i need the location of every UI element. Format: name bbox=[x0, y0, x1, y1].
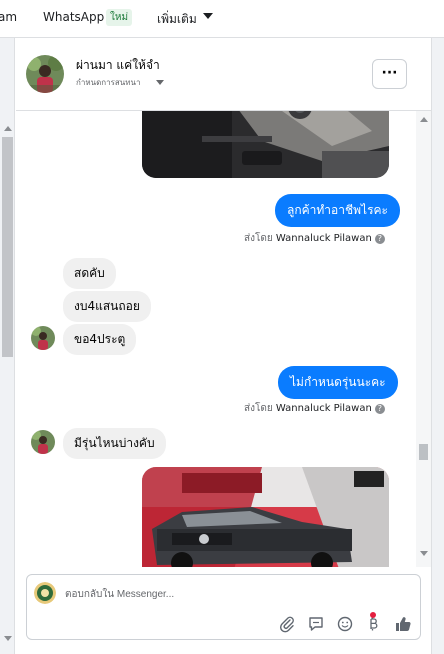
emoji-icon[interactable] bbox=[335, 614, 355, 634]
sent-by-prefix: ส่งโดย bbox=[244, 233, 273, 244]
message-list: ลูกค้าทำอาชีพไรคะ ส่งโดย Wannaluck Pilaw… bbox=[16, 111, 416, 567]
chat-header: ผ่านมา แค่ให้จำ กำหนดการสนทนา ··· bbox=[16, 39, 431, 111]
scroll-up-arrow-icon[interactable] bbox=[4, 126, 12, 131]
left-scrollbar[interactable] bbox=[0, 38, 15, 654]
scrollbar-thumb[interactable] bbox=[2, 137, 13, 357]
scroll-down-arrow-icon[interactable] bbox=[420, 551, 428, 556]
help-icon[interactable]: ? bbox=[374, 234, 385, 244]
shared-image-car-interior[interactable] bbox=[142, 111, 389, 178]
chevron-down-icon[interactable] bbox=[156, 80, 164, 85]
more-options-button[interactable]: ··· bbox=[372, 59, 407, 89]
scroll-up-arrow-icon[interactable] bbox=[420, 117, 428, 122]
outgoing-message[interactable]: ไม่กำหนดรุ่นนะคะ bbox=[278, 366, 398, 399]
contact-avatar[interactable] bbox=[26, 55, 64, 93]
messages-scrollbar[interactable] bbox=[416, 111, 431, 567]
sender-name[interactable]: Wannaluck Pilawan bbox=[276, 233, 372, 244]
sent-by-label: ส่งโดย Wannaluck Pilawan? bbox=[244, 231, 385, 246]
notification-dot bbox=[370, 612, 376, 618]
saved-reply-icon[interactable] bbox=[306, 614, 326, 634]
reply-input[interactable] bbox=[65, 587, 365, 601]
chat-panel: ผ่านมา แค่ให้จำ กำหนดการสนทนา ··· ลูกค้า… bbox=[16, 39, 431, 654]
right-gutter bbox=[431, 38, 444, 654]
chevron-down-icon[interactable] bbox=[203, 13, 213, 19]
contact-name[interactable]: ผ่านมา แค่ให้จำ bbox=[76, 56, 160, 75]
contact-avatar[interactable] bbox=[31, 326, 55, 350]
scrollbar-thumb[interactable] bbox=[419, 444, 428, 460]
incoming-message[interactable]: งบ4แสนถอย bbox=[63, 291, 151, 322]
page-avatar bbox=[34, 582, 56, 604]
tab-whatsapp[interactable]: WhatsApp bbox=[43, 10, 104, 24]
message-composer bbox=[26, 574, 421, 640]
top-nav: am WhatsApp ใหม่ เพิ่มเติม bbox=[0, 0, 444, 38]
scroll-down-arrow-icon[interactable] bbox=[4, 636, 12, 641]
tab-more[interactable]: เพิ่มเติม bbox=[157, 10, 197, 29]
incoming-message[interactable]: ขอ4ประตู bbox=[63, 324, 137, 355]
new-badge: ใหม่ bbox=[106, 9, 133, 26]
tab-partial[interactable]: am bbox=[0, 10, 17, 24]
shared-image-pickup-truck[interactable] bbox=[142, 467, 389, 567]
incoming-message[interactable]: มีรุ่นไหนบ่างคับ bbox=[63, 428, 166, 459]
incoming-message[interactable]: สดคับ bbox=[63, 258, 116, 289]
sender-name[interactable]: Wannaluck Pilawan bbox=[276, 403, 372, 414]
sent-by-prefix: ส่งโดย bbox=[244, 403, 273, 414]
help-icon[interactable]: ? bbox=[374, 404, 385, 414]
contact-avatar[interactable] bbox=[31, 430, 55, 454]
conversation-settings[interactable]: กำหนดการสนทนา bbox=[76, 76, 141, 89]
paperclip-icon[interactable] bbox=[277, 614, 297, 634]
messenger-window: am WhatsApp ใหม่ เพิ่มเติม ผ่านมา แค่ให้… bbox=[0, 0, 444, 654]
outgoing-message[interactable]: ลูกค้าทำอาชีพไรคะ bbox=[275, 194, 400, 227]
thumbs-up-icon[interactable] bbox=[393, 614, 413, 634]
sent-by-label: ส่งโดย Wannaluck Pilawan? bbox=[244, 401, 385, 416]
